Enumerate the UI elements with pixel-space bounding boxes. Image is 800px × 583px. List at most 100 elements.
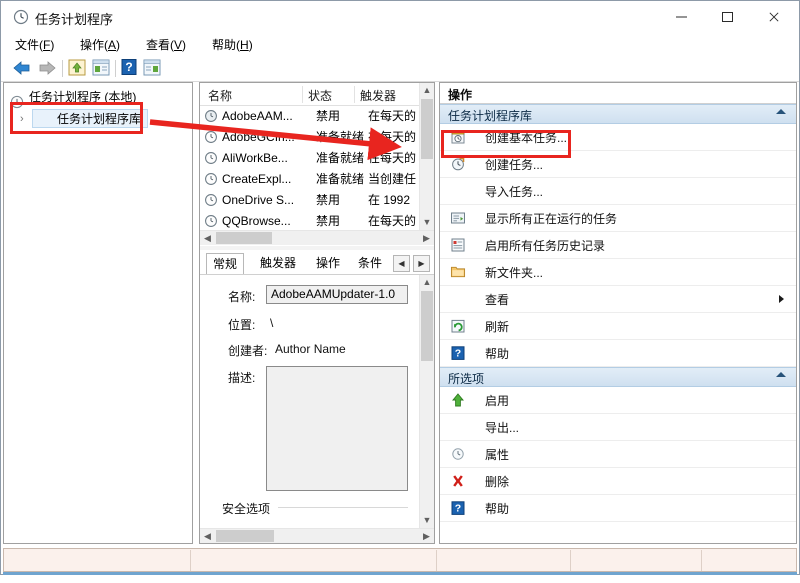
- task-details-panel: 名称: AdobeAAMUpdater-1.0 位置: \ 创建者: Autho…: [200, 275, 419, 515]
- vscroll-thumb[interactable]: [421, 99, 433, 159]
- actions-group-selected-item[interactable]: 所选项: [440, 367, 796, 387]
- status-bar-accent: [3, 572, 797, 575]
- actions-group-library[interactable]: 任务计划程序库: [440, 104, 796, 124]
- task-list-hscrollbar[interactable]: ◀ ▶: [200, 230, 434, 245]
- task-trigger: 在每天的: [368, 109, 417, 123]
- action-create-task[interactable]: 创建任务...: [440, 151, 796, 178]
- console-tree-pane: 任务计划程序 (本地) › 任务计划程序库: [3, 82, 193, 544]
- menu-action[interactable]: 操作(A): [80, 36, 120, 53]
- close-button[interactable]: [753, 1, 799, 32]
- scroll-left-icon[interactable]: ◀: [200, 231, 215, 245]
- task-name: AdobeAAM...: [222, 109, 293, 123]
- show-console-tree-icon[interactable]: [91, 58, 113, 79]
- scroll-up-icon[interactable]: ▲: [420, 83, 434, 98]
- action-help-library[interactable]: ? 帮助: [440, 340, 796, 367]
- clock-icon: [10, 91, 24, 111]
- svg-text:?: ?: [125, 60, 132, 74]
- action-help-selected-label: 帮助: [485, 502, 510, 516]
- up-folder-icon[interactable]: [67, 58, 89, 79]
- table-row[interactable]: OneDrive S... 禁用 在 1992: [200, 190, 418, 211]
- menu-help[interactable]: 帮助(H): [212, 36, 253, 53]
- chevron-up-icon[interactable]: [776, 372, 786, 377]
- tab-general[interactable]: 常规: [206, 253, 245, 275]
- task-trigger: 在每天的: [368, 130, 417, 144]
- column-header-name[interactable]: 名称: [208, 87, 232, 104]
- task-author-value: Author Name: [275, 342, 346, 356]
- title-bar: 任务计划程序: [1, 1, 799, 33]
- action-enable-task-history[interactable]: 启用所有任务历史记录: [440, 232, 796, 259]
- toolbar-separator-2: [115, 60, 116, 77]
- action-new-folder[interactable]: 新文件夹...: [440, 259, 796, 286]
- action-delete[interactable]: 删除: [440, 468, 796, 495]
- main-content: 任务计划程序 (本地) › 任务计划程序库 名称 状态 触发器 AdobeAAM…: [3, 82, 797, 544]
- pane-splitter[interactable]: [200, 246, 434, 250]
- scroll-left-icon[interactable]: ◀: [200, 529, 215, 543]
- scroll-right-icon[interactable]: ▶: [419, 231, 434, 245]
- tab-actions[interactable]: 操作: [310, 254, 346, 274]
- menu-view[interactable]: 查看(V): [146, 36, 186, 53]
- column-header-status[interactable]: 状态: [308, 87, 332, 104]
- scroll-right-icon[interactable]: ▶: [419, 529, 434, 543]
- table-row[interactable]: AdobeGCIn... 准备就绪 在每天的: [200, 127, 418, 148]
- menu-file[interactable]: 文件(F): [15, 36, 54, 53]
- hscroll-thumb[interactable]: [216, 232, 272, 244]
- details-vscrollbar[interactable]: ▲ ▼: [419, 275, 434, 528]
- clock-icon: [13, 9, 29, 25]
- details-hscrollbar[interactable]: ◀ ▶: [200, 528, 434, 543]
- show-action-pane-icon[interactable]: [142, 58, 164, 79]
- vscroll-thumb[interactable]: [421, 291, 433, 361]
- task-list-header: 名称 状态 触发器: [200, 83, 434, 106]
- column-divider-1[interactable]: [302, 86, 303, 103]
- menu-bar: 文件(F) 操作(A) 查看(V) 帮助(H): [1, 33, 799, 55]
- column-header-trigger[interactable]: 触发器: [360, 87, 396, 104]
- action-enable-label: 启用: [485, 394, 510, 408]
- status-divider-1: [190, 550, 191, 571]
- maximize-button[interactable]: [707, 1, 753, 32]
- field-label-description: 描述:: [228, 371, 256, 385]
- scroll-down-icon[interactable]: ▼: [420, 513, 434, 528]
- action-properties[interactable]: 属性: [440, 441, 796, 468]
- action-create-basic-task[interactable]: 创建基本任务...: [440, 124, 796, 151]
- tree-item-task-scheduler-local[interactable]: 任务计划程序 (本地): [10, 87, 136, 108]
- task-list-rows: AdobeAAM... 禁用 在每天的 AdobeGCIn... 准备就绪 在每…: [200, 106, 418, 232]
- table-row[interactable]: QQBrowse... 禁用 在每天的: [200, 211, 418, 232]
- task-description-field[interactable]: [266, 366, 408, 491]
- action-export[interactable]: 导出...: [440, 414, 796, 441]
- forward-icon[interactable]: [36, 58, 58, 79]
- minimize-button[interactable]: [661, 1, 707, 32]
- tab-triggers[interactable]: 触发器: [254, 254, 302, 274]
- chevron-right-icon[interactable]: ›: [20, 113, 24, 125]
- action-import-task[interactable]: 导入任务...: [440, 178, 796, 205]
- scroll-up-icon[interactable]: ▲: [420, 275, 434, 290]
- action-view[interactable]: 查看: [440, 286, 796, 313]
- tab-scroll-prev-button[interactable]: ◀: [393, 255, 410, 272]
- tab-scroll-next-button[interactable]: ▶: [413, 255, 430, 272]
- action-display-running-tasks[interactable]: 显示所有正在运行的任务: [440, 205, 796, 232]
- task-name-field[interactable]: AdobeAAMUpdater-1.0: [266, 285, 408, 304]
- actions-group-library-label: 任务计划程序库: [448, 109, 533, 123]
- table-row[interactable]: AdobeAAM... 禁用 在每天的: [200, 106, 418, 127]
- action-enable[interactable]: 启用: [440, 387, 796, 414]
- action-help-selected[interactable]: ? 帮助: [440, 495, 796, 522]
- chevron-up-icon[interactable]: [776, 109, 786, 114]
- column-divider-2[interactable]: [354, 86, 355, 103]
- task-trigger: 在每天的: [368, 151, 417, 165]
- hscroll-thumb[interactable]: [216, 530, 274, 542]
- task-name: CreateExpl...: [222, 172, 292, 186]
- action-export-label: 导出...: [485, 421, 520, 435]
- tree-item-task-scheduler-library[interactable]: 任务计划程序库: [32, 109, 149, 128]
- task-status: 准备就绪: [316, 130, 365, 144]
- task-list-vscrollbar[interactable]: ▲ ▼: [419, 83, 434, 230]
- back-icon[interactable]: [11, 58, 33, 79]
- table-row[interactable]: AliWorkBe... 准备就绪 在每天的: [200, 148, 418, 169]
- action-refresh[interactable]: 刷新: [440, 313, 796, 340]
- field-label-name: 名称:: [228, 290, 256, 304]
- menu-help-label: 帮助: [212, 38, 237, 52]
- task-status: 禁用: [316, 214, 341, 228]
- help-icon[interactable]: ?: [120, 58, 142, 79]
- tab-conditions[interactable]: 条件: [352, 254, 388, 274]
- chevron-right-icon: ▶: [418, 259, 425, 268]
- task-name: QQBrowse...: [222, 214, 291, 228]
- scroll-down-icon[interactable]: ▼: [420, 215, 434, 230]
- table-row[interactable]: CreateExpl... 准备就绪 当创建任: [200, 169, 418, 190]
